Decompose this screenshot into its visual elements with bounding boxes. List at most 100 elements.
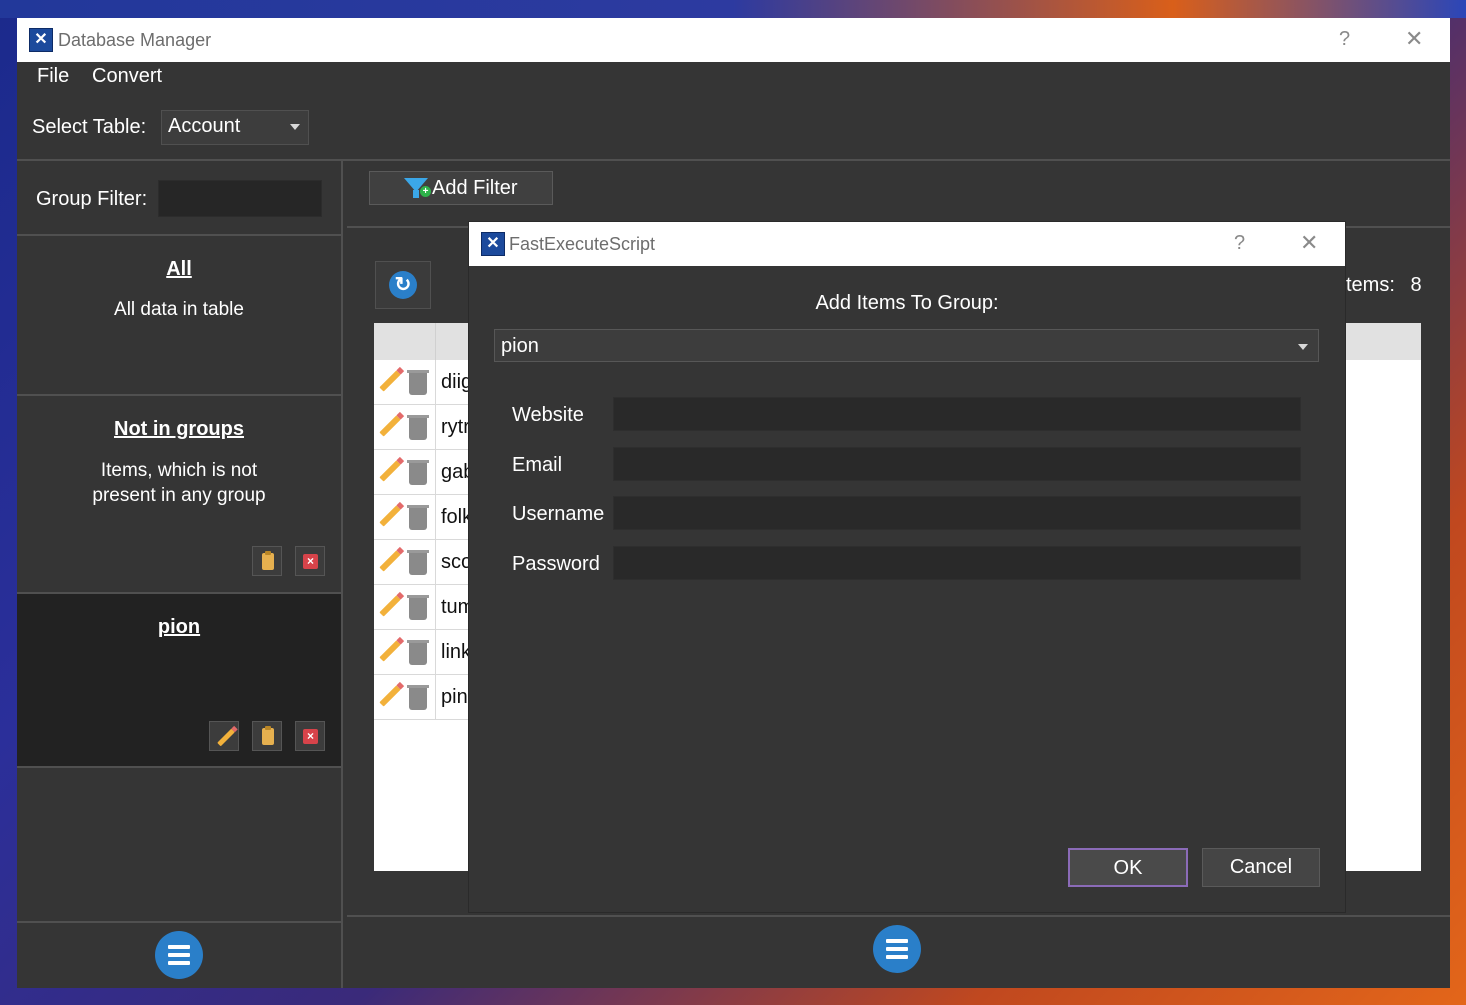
help-icon[interactable]: ? bbox=[1234, 232, 1245, 255]
row-name: link bbox=[441, 641, 472, 663]
items-count: tems: 8 bbox=[1346, 274, 1422, 297]
group-description: All data in table bbox=[114, 299, 244, 320]
pencil-icon[interactable] bbox=[379, 370, 401, 392]
ok-button[interactable]: OK bbox=[1068, 848, 1188, 887]
group-title[interactable]: pion bbox=[17, 616, 341, 639]
clipboard-icon bbox=[262, 726, 274, 745]
refresh-icon: ↻ bbox=[389, 271, 417, 299]
row-name: diig bbox=[441, 371, 473, 393]
table-row[interactable]: link bbox=[374, 630, 474, 675]
trash-icon[interactable] bbox=[407, 595, 429, 620]
divider bbox=[347, 915, 1450, 917]
trash-icon[interactable] bbox=[407, 370, 429, 395]
copy-group-button[interactable] bbox=[252, 546, 282, 576]
password-field[interactable] bbox=[613, 546, 1301, 580]
add-filter-button[interactable]: + Add Filter bbox=[369, 171, 553, 205]
list-icon bbox=[168, 945, 190, 965]
trash-icon[interactable] bbox=[407, 640, 429, 665]
help-icon[interactable]: ? bbox=[1339, 28, 1350, 51]
app-icon: ✕ bbox=[29, 28, 53, 52]
pencil-icon[interactable] bbox=[379, 595, 401, 617]
plus-icon: + bbox=[420, 186, 431, 197]
table-select[interactable]: Account bbox=[161, 110, 309, 145]
app-icon: ✕ bbox=[481, 232, 505, 256]
row-name: pin bbox=[441, 686, 468, 708]
divider bbox=[17, 921, 341, 923]
delete-group-button[interactable]: × bbox=[295, 721, 325, 751]
clipboard-icon bbox=[262, 551, 274, 570]
table-select-value: Account bbox=[168, 115, 241, 137]
list-icon bbox=[886, 939, 908, 959]
add-filter-label: Add Filter bbox=[432, 177, 518, 199]
menu-bar: File Convert bbox=[17, 62, 1450, 92]
table-row[interactable]: tum bbox=[374, 585, 474, 630]
website-label: Website bbox=[512, 404, 584, 426]
items-list-button[interactable] bbox=[873, 925, 921, 973]
copy-group-button[interactable] bbox=[252, 721, 282, 751]
group-all[interactable]: All All data in table bbox=[17, 236, 341, 394]
username-field[interactable] bbox=[613, 496, 1301, 530]
add-items-dialog: ✕ FastExecuteScript ? ✕ Add Items To Gro… bbox=[469, 222, 1345, 912]
window-title: Database Manager bbox=[58, 30, 212, 50]
trash-icon[interactable] bbox=[407, 550, 429, 575]
groups-list-button[interactable] bbox=[155, 931, 203, 979]
dialog-title: FastExecuteScript bbox=[509, 234, 656, 254]
trash-icon[interactable] bbox=[407, 415, 429, 440]
group-select[interactable]: pion bbox=[494, 329, 1319, 362]
close-icon: × bbox=[303, 554, 318, 569]
chevron-down-icon bbox=[1298, 344, 1308, 350]
menu-convert[interactable]: Convert bbox=[92, 65, 162, 88]
trash-icon[interactable] bbox=[407, 505, 429, 530]
divider bbox=[17, 766, 341, 768]
group-select-value: pion bbox=[501, 335, 539, 357]
dialog-title-bar: ✕ FastExecuteScript ? ✕ bbox=[469, 222, 1345, 266]
close-icon[interactable]: ✕ bbox=[1405, 26, 1423, 52]
pencil-icon[interactable] bbox=[379, 505, 401, 527]
cancel-button[interactable]: Cancel bbox=[1202, 848, 1320, 887]
email-label: Email bbox=[512, 454, 563, 476]
select-table-label: Select Table: bbox=[32, 116, 147, 138]
table-row[interactable]: sco bbox=[374, 540, 474, 585]
group-description: Items, which is not bbox=[100, 460, 258, 481]
pencil-icon bbox=[217, 728, 235, 747]
pencil-icon[interactable] bbox=[379, 640, 401, 662]
pencil-icon[interactable] bbox=[379, 460, 401, 482]
close-icon: × bbox=[303, 729, 318, 744]
group-title[interactable]: All bbox=[17, 258, 341, 281]
row-name: sco bbox=[441, 551, 473, 573]
group-filter-label: Group Filter: bbox=[36, 188, 148, 210]
password-label: Password bbox=[512, 553, 600, 575]
pencil-icon[interactable] bbox=[379, 685, 401, 707]
refresh-button[interactable]: ↻ bbox=[375, 261, 431, 309]
divider bbox=[17, 159, 1450, 161]
username-label: Username bbox=[512, 503, 605, 525]
table-row[interactable]: gab bbox=[374, 450, 474, 495]
table-row[interactable]: folk bbox=[374, 495, 474, 540]
group-filter-input[interactable] bbox=[158, 180, 322, 217]
group-title[interactable]: Not in groups bbox=[17, 418, 341, 441]
email-field[interactable] bbox=[613, 447, 1301, 481]
trash-icon[interactable] bbox=[407, 685, 429, 710]
row-name: rytr bbox=[441, 416, 470, 438]
pencil-icon[interactable] bbox=[379, 550, 401, 572]
row-name: folk bbox=[441, 506, 473, 528]
group-pion[interactable]: pion × bbox=[17, 594, 341, 766]
menu-file[interactable]: File bbox=[37, 65, 69, 88]
items-label: tems: bbox=[1346, 274, 1395, 296]
chevron-down-icon bbox=[290, 124, 300, 130]
pencil-icon[interactable] bbox=[379, 415, 401, 437]
group-description: present in any group bbox=[92, 485, 266, 506]
desktop-background bbox=[0, 0, 1466, 18]
table-row[interactable]: rytr bbox=[374, 405, 474, 450]
clear-group-button[interactable]: × bbox=[295, 546, 325, 576]
title-bar: ✕ Database Manager ? ✕ bbox=[17, 18, 1450, 62]
close-icon[interactable]: ✕ bbox=[1300, 230, 1318, 256]
edit-group-button[interactable] bbox=[209, 721, 239, 751]
table-row[interactable]: diig bbox=[374, 360, 474, 405]
sidebar-divider bbox=[341, 161, 343, 988]
dialog-heading: Add Items To Group: bbox=[815, 292, 999, 314]
table-row[interactable]: pin bbox=[374, 675, 474, 720]
trash-icon[interactable] bbox=[407, 460, 429, 485]
group-not-in-groups[interactable]: Not in groups Items, which is not presen… bbox=[17, 396, 341, 592]
website-field[interactable] bbox=[613, 397, 1301, 431]
